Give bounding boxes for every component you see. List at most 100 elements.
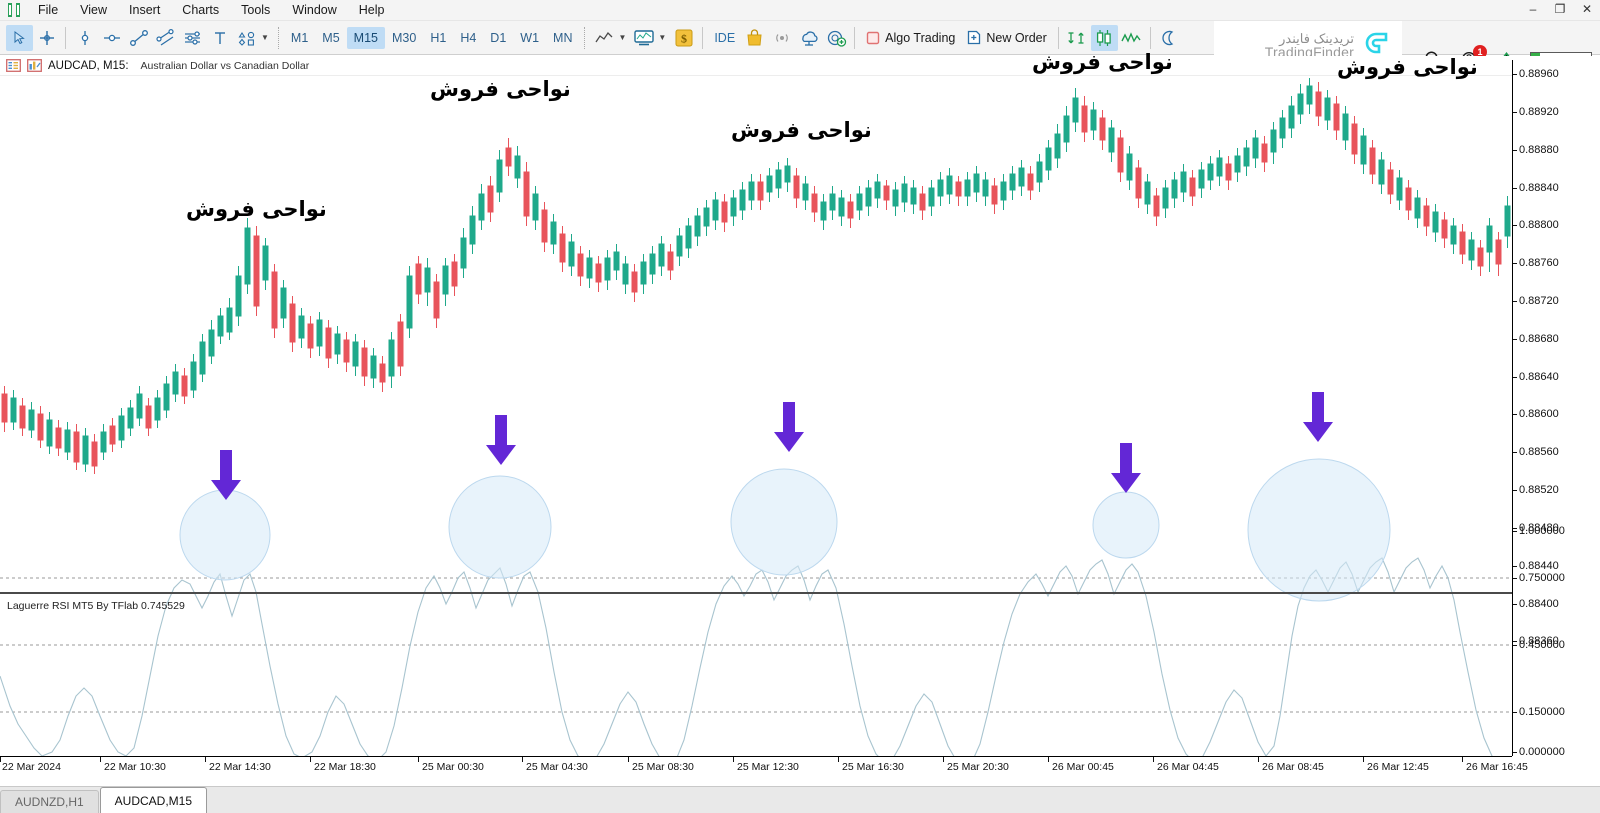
price-tick: 0.88800	[1519, 219, 1559, 231]
shapes-tool-button[interactable]	[233, 25, 260, 51]
chart-symbol-description: Australian Dollar vs Canadian Dollar	[141, 60, 310, 72]
new-order-button[interactable]: New Order	[961, 26, 1052, 49]
text-tool-button[interactable]	[206, 25, 233, 51]
chart-tab-audcad-m15[interactable]: AUDCAD,M15	[100, 787, 207, 813]
price-tick: 0.88960	[1519, 68, 1559, 80]
line-chart-icon[interactable]	[590, 25, 617, 51]
auto-scroll-icon[interactable]	[1064, 25, 1091, 51]
time-tick: 25 Mar 00:30	[422, 761, 484, 773]
chart-properties-icon[interactable]	[27, 59, 42, 72]
menu-window[interactable]: Window	[281, 1, 347, 19]
annotation-sell-zone: نواحی فروش	[186, 197, 327, 221]
chart-tab-audnzd-h1[interactable]: AUDNZD,H1	[0, 790, 99, 813]
price-tick: 0.88640	[1519, 371, 1559, 383]
price-tick: 0.88720	[1519, 295, 1559, 307]
time-tick: 25 Mar 20:30	[947, 761, 1009, 773]
signal-circle	[1248, 459, 1390, 601]
algo-trading-button[interactable]: Algo Trading	[860, 27, 961, 49]
window-controls: – ❐ ✕	[1526, 2, 1594, 16]
data-window-icon[interactable]	[6, 59, 21, 72]
toolbar-divider	[702, 27, 703, 49]
ide-button[interactable]: IDE	[708, 27, 741, 49]
time-tick: 22 Mar 2024	[2, 761, 61, 773]
chart-canvas[interactable]: Laguerre RSI MT5 By TFlab 0.745529 نواحی…	[0, 76, 1512, 756]
menu-charts[interactable]: Charts	[171, 1, 230, 19]
toolbar-divider	[584, 27, 585, 49]
indicator-tick: 1.000000	[1519, 525, 1565, 537]
timeframe-d1[interactable]: D1	[483, 27, 513, 49]
market-bag-icon[interactable]	[741, 25, 768, 51]
main-toolbar: ▼ M1 M5 M15 M30 H1 H4 D1 W1 MN ▼ ▼ $ IDE	[0, 21, 1600, 55]
indicator-tick: 0.000000	[1519, 746, 1565, 758]
equidistant-channel-tool-button[interactable]	[152, 25, 179, 51]
menu-insert[interactable]: Insert	[118, 1, 171, 19]
timeframe-m1[interactable]: M1	[284, 27, 315, 49]
crosshair-tool-button[interactable]	[33, 25, 60, 51]
trendline-tool-button[interactable]	[125, 25, 152, 51]
timeframe-m5[interactable]: M5	[315, 27, 346, 49]
cloud-icon[interactable]	[795, 25, 822, 51]
time-tick: 26 Mar 12:45	[1367, 761, 1429, 773]
signal-highlight-circles	[180, 459, 1390, 601]
time-separator	[1258, 757, 1259, 762]
timeframe-w1[interactable]: W1	[513, 27, 546, 49]
panel-splitter[interactable]	[0, 592, 1512, 594]
minimize-icon[interactable]: –	[1526, 2, 1540, 16]
annotation-sell-zone: نواحی فروش	[1032, 50, 1173, 74]
timeframe-m15[interactable]: M15	[347, 27, 385, 49]
annotation-sell-zone: نواحی فروش	[430, 77, 571, 101]
annotation-sell-zone: نواحی فروش	[1337, 55, 1478, 79]
moon-icon[interactable]	[1156, 25, 1183, 51]
candlestick-icon[interactable]	[1091, 25, 1118, 51]
menu-file[interactable]: File	[27, 1, 69, 19]
chart-tabbar: AUDNZD,H1 AUDCAD,M15	[0, 786, 1600, 813]
algo-trading-icon	[866, 31, 880, 45]
restore-icon[interactable]: ❐	[1553, 2, 1567, 16]
time-tick: 25 Mar 16:30	[842, 761, 904, 773]
toolbar-divider	[65, 27, 66, 49]
indicator-tick: 0.150000	[1519, 706, 1565, 718]
time-tick: 25 Mar 12:30	[737, 761, 799, 773]
chart-plot	[0, 76, 1512, 756]
indicator-wave-icon[interactable]	[1118, 25, 1145, 51]
price-axis[interactable]: 0.88960 0.88920 0.88880 0.88840 0.88800 …	[1512, 60, 1600, 756]
vps-icon[interactable]	[822, 25, 849, 51]
algo-trading-label: Algo Trading	[885, 31, 955, 45]
time-tick: 26 Mar 04:45	[1157, 761, 1219, 773]
vertical-line-tool-button[interactable]	[71, 25, 98, 51]
time-tick: 25 Mar 04:30	[526, 761, 588, 773]
timeframe-h4[interactable]: H4	[453, 27, 483, 49]
signal-circle	[1093, 492, 1159, 558]
time-tick: 26 Mar 00:45	[1052, 761, 1114, 773]
time-tick: 22 Mar 18:30	[314, 761, 376, 773]
menu-view[interactable]: View	[69, 1, 118, 19]
time-separator	[628, 757, 629, 762]
timeframe-h1[interactable]: H1	[423, 27, 453, 49]
toolbar-divider	[1058, 27, 1059, 49]
menu-tools[interactable]: Tools	[230, 1, 281, 19]
fibonacci-tool-button[interactable]	[179, 25, 206, 51]
close-icon[interactable]: ✕	[1580, 2, 1594, 16]
sell-arrow	[774, 402, 804, 452]
timeframe-m30[interactable]: M30	[385, 27, 423, 49]
shapes-dropdown-icon[interactable]: ▼	[261, 33, 269, 42]
indicators-icon[interactable]	[630, 25, 657, 51]
price-tick: 0.88440	[1519, 560, 1559, 572]
time-tick: 22 Mar 14:30	[209, 761, 271, 773]
cursor-tool-button[interactable]	[6, 25, 33, 51]
price-tick: 0.88920	[1519, 106, 1559, 118]
menu-help[interactable]: Help	[348, 1, 396, 19]
sell-arrow	[1303, 392, 1333, 442]
price-tick: 0.88560	[1519, 446, 1559, 458]
signals-icon[interactable]	[768, 25, 795, 51]
chart-type-dropdown-icon[interactable]: ▼	[618, 33, 626, 42]
horizontal-line-tool-button[interactable]	[98, 25, 125, 51]
dollar-icon[interactable]: $	[670, 25, 697, 51]
signal-circle	[180, 490, 270, 580]
indicator-tick: 0.450000	[1519, 639, 1565, 651]
timeframe-mn[interactable]: MN	[546, 27, 579, 49]
time-axis[interactable]: 22 Mar 2024 22 Mar 10:30 22 Mar 14:30 22…	[0, 756, 1512, 776]
indicators-dropdown-icon[interactable]: ▼	[658, 33, 666, 42]
time-separator	[1363, 757, 1364, 762]
indicator-label: Laguerre RSI MT5 By TFlab 0.745529	[7, 600, 185, 612]
